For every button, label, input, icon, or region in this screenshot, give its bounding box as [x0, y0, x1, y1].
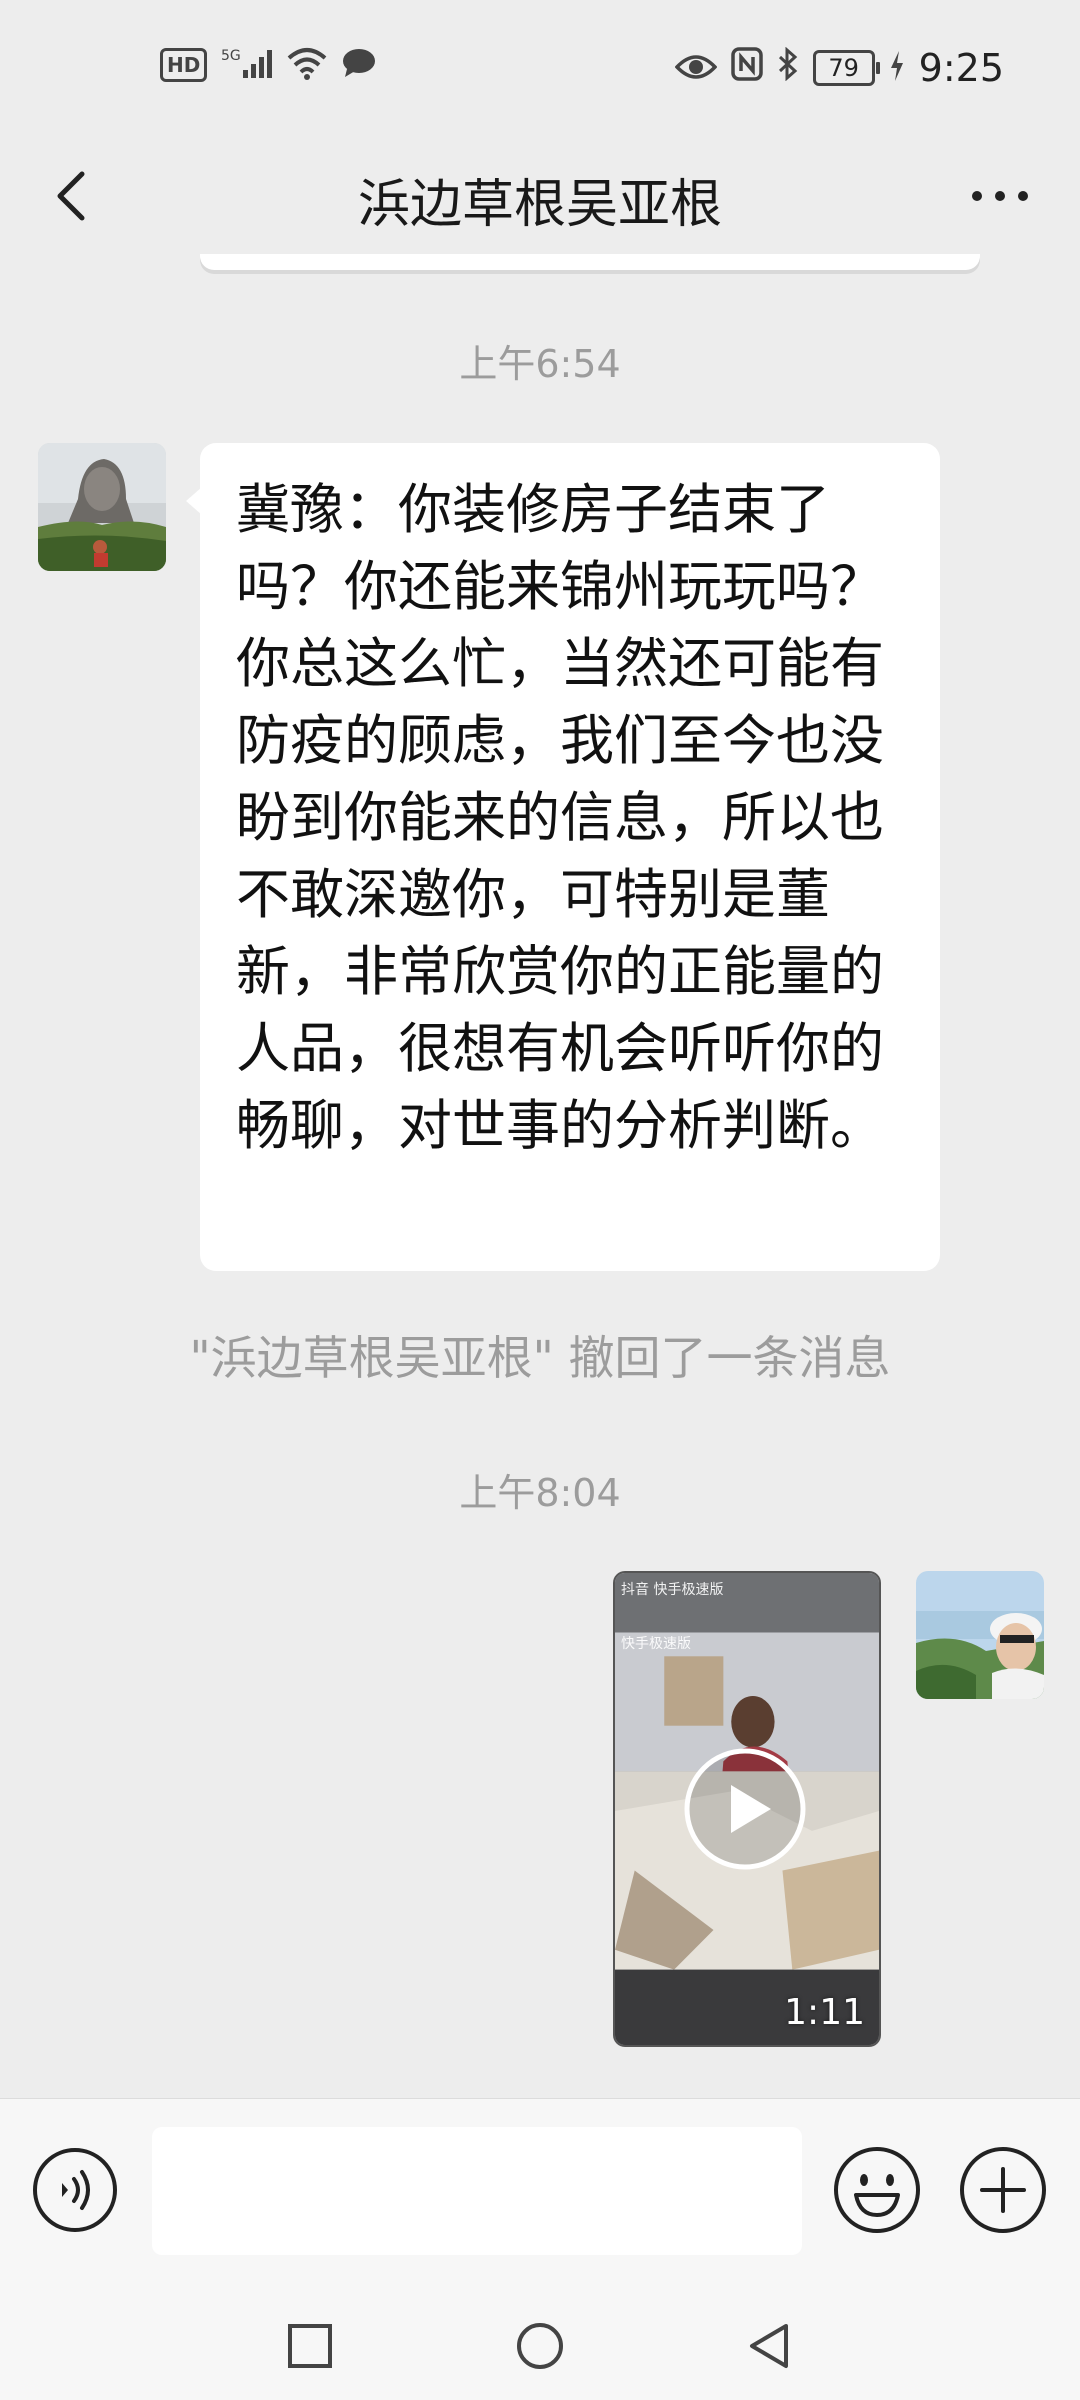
system-back-button[interactable]: [740, 2316, 800, 2376]
square-icon: [280, 2324, 340, 2380]
wifi-icon: [287, 46, 327, 84]
battery-icon: 79: [812, 50, 880, 86]
video-duration: 1:11: [784, 1992, 865, 2033]
previous-message-edge: [200, 254, 980, 270]
clock-time: 9:25: [918, 46, 1004, 90]
emoji-icon: [832, 2147, 922, 2239]
bluetooth-icon: [777, 46, 799, 90]
my-avatar[interactable]: [916, 1571, 1044, 1699]
circle-icon: [510, 2323, 570, 2380]
voice-input-button[interactable]: [32, 2147, 118, 2233]
message-text: 冀豫：你装修房子结束了吗？你还能来锦州玩玩吗？你总这么忙，当然还可能有防疫的顾虑…: [236, 478, 884, 1157]
message-input[interactable]: [152, 2127, 802, 2255]
video-message[interactable]: 抖音 快手极速版 快手极速版 1:11: [613, 1571, 881, 2047]
input-bar: [0, 2098, 1080, 2287]
timestamp: 上午8:04: [459, 1471, 621, 1515]
status-left: HD 5G: [160, 46, 377, 84]
recall-notice: "浜边草根吴亚根" 撤回了一条消息: [189, 1331, 891, 1385]
nfc-icon: [730, 46, 763, 90]
message-notification-icon: [341, 47, 377, 83]
system-navigation-bar: [0, 2286, 1080, 2400]
voice-icon: [32, 2148, 118, 2237]
contact-avatar[interactable]: [38, 443, 166, 571]
eye-icon: [674, 46, 718, 90]
svg-text:5G: 5G: [221, 48, 241, 64]
play-icon: [683, 1748, 807, 1875]
recent-apps-button[interactable]: [280, 2316, 340, 2376]
timestamp: 上午6:54: [459, 342, 621, 386]
more-horizontal-icon: [960, 191, 1040, 234]
more-options-button[interactable]: [960, 160, 1040, 230]
video-watermark-line2: 快手极速版: [621, 1636, 691, 1652]
charging-icon: [889, 46, 905, 90]
hd-badge: HD: [160, 48, 208, 82]
cellular-signal-icon: 5G: [221, 46, 273, 84]
incoming-message-bubble[interactable]: 冀豫：你装修房子结束了吗？你还能来锦州玩玩吗？你总这么忙，当然还可能有防疫的顾虑…: [186, 443, 940, 1271]
triangle-back-icon: [740, 2324, 800, 2380]
plus-circle-icon: [958, 2147, 1048, 2239]
video-watermark-line1: 抖音 快手极速版: [621, 1582, 724, 1598]
status-bar: HD 5G 79 9:25: [0, 0, 1080, 130]
home-button[interactable]: [510, 2316, 570, 2376]
more-functions-button[interactable]: [958, 2145, 1048, 2235]
chat-title: 浜边草根吴亚根: [357, 175, 722, 235]
emoji-button[interactable]: [832, 2145, 922, 2235]
play-button[interactable]: [683, 1747, 807, 1871]
status-right: 79 9:25: [674, 46, 1004, 90]
chat-header: 浜边草根吴亚根: [0, 130, 1080, 260]
